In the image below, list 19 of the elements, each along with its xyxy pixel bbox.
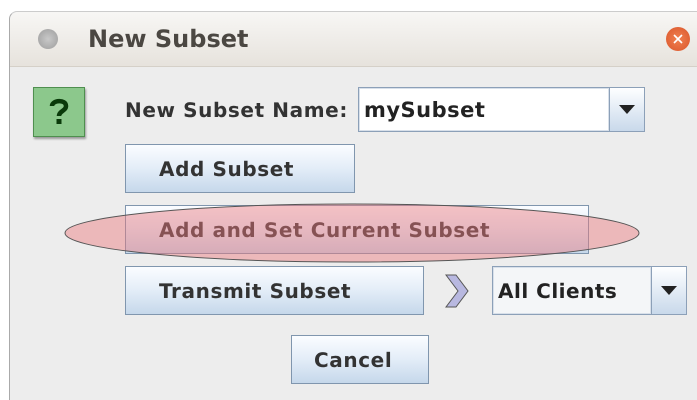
subset-name-value: mySubset (358, 88, 609, 131)
caret-icon (618, 105, 635, 114)
subset-name-label: New Subset Name: (125, 98, 348, 122)
help-icon (33, 87, 85, 137)
dropdown-button[interactable] (651, 267, 686, 314)
window-menu-dot[interactable] (38, 29, 58, 49)
target-combo[interactable]: All Clients (492, 266, 687, 315)
close-icon (673, 34, 683, 44)
dropdown-button[interactable] (608, 88, 644, 131)
transmit-button[interactable]: Transmit Subset (125, 266, 424, 315)
subset-button[interactable]: Add Subset (125, 144, 355, 193)
close-button[interactable] (666, 27, 690, 51)
cancel-button[interactable]: Cancel (291, 335, 429, 384)
target-value: All Clients (493, 267, 651, 314)
subset-name-combo[interactable]: mySubset (358, 87, 645, 132)
window-title: New Subset (88, 25, 250, 53)
caret-icon (661, 286, 677, 295)
chevron-icon (444, 272, 470, 308)
subset-button[interactable]: Add and Set Current Subset (125, 205, 589, 254)
